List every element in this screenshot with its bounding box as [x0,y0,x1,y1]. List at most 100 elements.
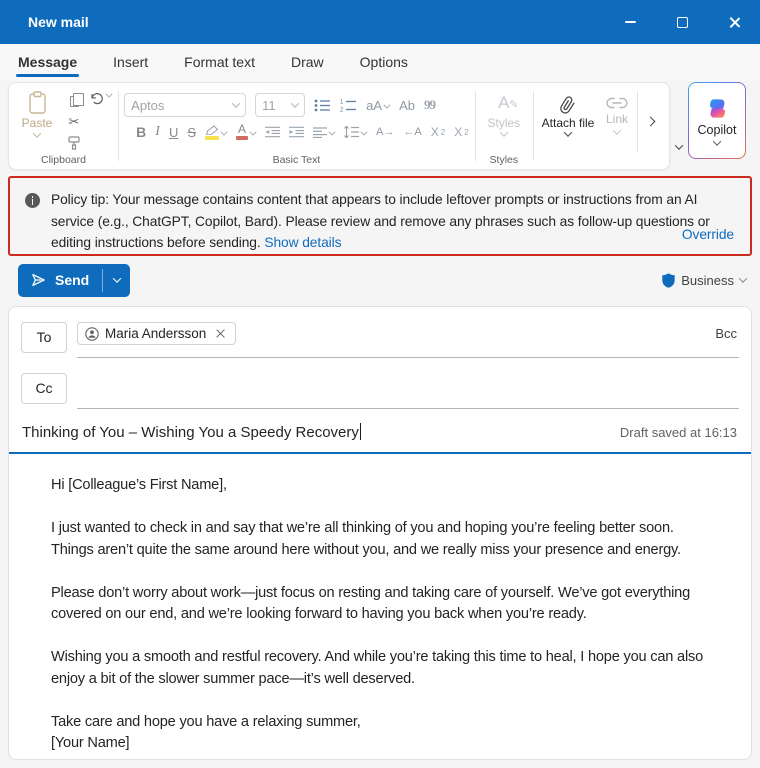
cc-row: Cc [21,367,739,409]
show-details-link[interactable]: Show details [264,235,341,250]
subscript-num: 2 [441,128,445,137]
paste-button[interactable]: Paste [15,91,59,138]
highlight-chevron-icon [220,128,227,135]
copy-icon [70,96,79,107]
tab-insert[interactable]: Insert [111,46,150,79]
body-paragraph: Wishing you a smooth and restful recover… [51,647,715,690]
link-chevron-icon [613,126,621,134]
send-icon [30,272,47,288]
italic-button[interactable]: I [155,124,160,140]
styles-icon: A✎ [498,93,509,115]
clear-formatting-button[interactable]: Ab [399,98,415,113]
text-cursor [360,423,361,440]
sensitivity-chevron-icon [739,274,747,282]
override-link[interactable]: Override [682,224,734,246]
font-size-chevron-icon [291,99,299,107]
copy-button[interactable] [65,93,83,109]
link-button[interactable]: Link [597,91,637,135]
undo-button[interactable] [89,91,112,106]
bullet-list-button[interactable] [314,99,331,112]
clipboard-group-label: Clipboard [9,154,118,166]
policy-tip-text: Policy tip: Your message contains conten… [51,192,710,250]
font-size-select[interactable]: 11 [255,93,305,117]
scissors-icon: ✂ [69,114,80,130]
tab-message[interactable]: Message [16,46,79,79]
window-controls [604,0,760,44]
decrease-indent-icon [265,126,280,138]
maximize-icon [677,17,688,28]
ribbon-collapse-button[interactable] [675,141,683,149]
subject-row: Thinking of You – Wishing You a Speedy R… [9,411,751,454]
link-icon [605,97,629,109]
font-name-value: Aptos [131,98,164,113]
clipboard-icon [28,91,47,114]
basic-text-group: Aptos 11 12 [118,83,474,169]
numbered-list-icon: 12 [340,99,357,112]
right-to-left-button[interactable]: ←A [403,126,421,138]
recipient-chip[interactable]: Maria Andersson [77,322,236,345]
cut-button[interactable]: ✂ [65,114,83,130]
subscript-button[interactable]: X2 [431,125,445,139]
line-spacing-button[interactable] [344,126,367,138]
ribbon: Paste ✂ Clipboard [8,82,752,170]
undo-icon [89,91,104,106]
font-color-bar [236,136,248,140]
copilot-button[interactable]: Copilot [688,82,746,159]
body-paragraph: Please don’t worry about work—just focus… [51,583,715,626]
tab-draw[interactable]: Draw [289,46,326,79]
policy-tip-banner: Policy tip: Your message contains conten… [8,176,752,256]
send-button[interactable]: Send [18,264,102,297]
superscript-button[interactable]: X2 [454,125,468,139]
remove-recipient-icon[interactable] [215,328,226,339]
styles-group: A✎ Styles Styles [475,83,533,169]
ribbon-tabs: Message Insert Format text Draw Options [0,44,760,81]
minimize-icon [625,21,636,23]
font-color-button[interactable]: A [236,124,256,140]
attach-file-button[interactable]: Attach file [539,91,597,137]
sensitivity-selector[interactable]: Business [662,273,746,288]
send-label: Send [55,272,89,288]
minimize-button[interactable] [604,0,656,44]
send-row: Send Business [18,263,746,297]
clear-formatting-glyph: Ab [399,98,415,113]
bold-button[interactable]: B [136,124,146,140]
bullet-list-icon [314,99,331,112]
cc-field[interactable] [77,367,739,409]
bcc-link[interactable]: Bcc [715,326,739,341]
title-bar: New mail [0,0,760,44]
subject-value: Thinking of You – Wishing You a Speedy R… [22,424,359,441]
send-options-button[interactable] [103,264,130,297]
to-field[interactable]: Maria Andersson Bcc [77,316,739,358]
compose-card: To Maria Andersson Bcc Cc Thinking of Yo… [8,306,752,760]
maximize-button[interactable] [656,0,708,44]
subject-input[interactable]: Thinking of You – Wishing You a Speedy R… [22,423,361,441]
format-painter-button[interactable] [65,135,83,151]
font-name-select[interactable]: Aptos [124,93,246,117]
cc-button[interactable]: Cc [21,373,67,404]
line-spacing-chevron-icon [360,128,367,135]
decrease-indent-button[interactable] [265,126,280,138]
increase-indent-button[interactable] [289,126,304,138]
align-button[interactable] [313,127,335,138]
strikethrough-button[interactable]: S [187,125,196,140]
body-greeting: Hi [Colleague’s First Name], [51,475,715,497]
line-spacing-icon [344,126,359,138]
tab-format-text[interactable]: Format text [182,46,257,79]
recipient-name: Maria Andersson [105,326,206,341]
to-button[interactable]: To [21,322,67,353]
message-body[interactable]: Hi [Colleague’s First Name], I just want… [9,454,751,760]
change-case-chevron-icon [383,101,390,108]
numbered-list-button[interactable]: 12 [340,99,357,112]
underline-button[interactable]: U [169,125,178,140]
close-button[interactable] [708,0,760,44]
change-case-button[interactable]: aA [366,98,390,113]
clipboard-small-buttons: ✂ [65,93,83,151]
ribbon-overflow-button[interactable] [637,91,663,151]
quote-button[interactable]: 99 [424,97,435,113]
svg-text:2: 2 [340,107,344,112]
tab-options[interactable]: Options [358,46,410,79]
styles-button[interactable]: A✎ Styles [481,91,527,137]
left-to-right-button[interactable]: A→ [376,126,394,138]
highlight-color-button[interactable] [205,125,227,140]
font-name-chevron-icon [232,99,240,107]
